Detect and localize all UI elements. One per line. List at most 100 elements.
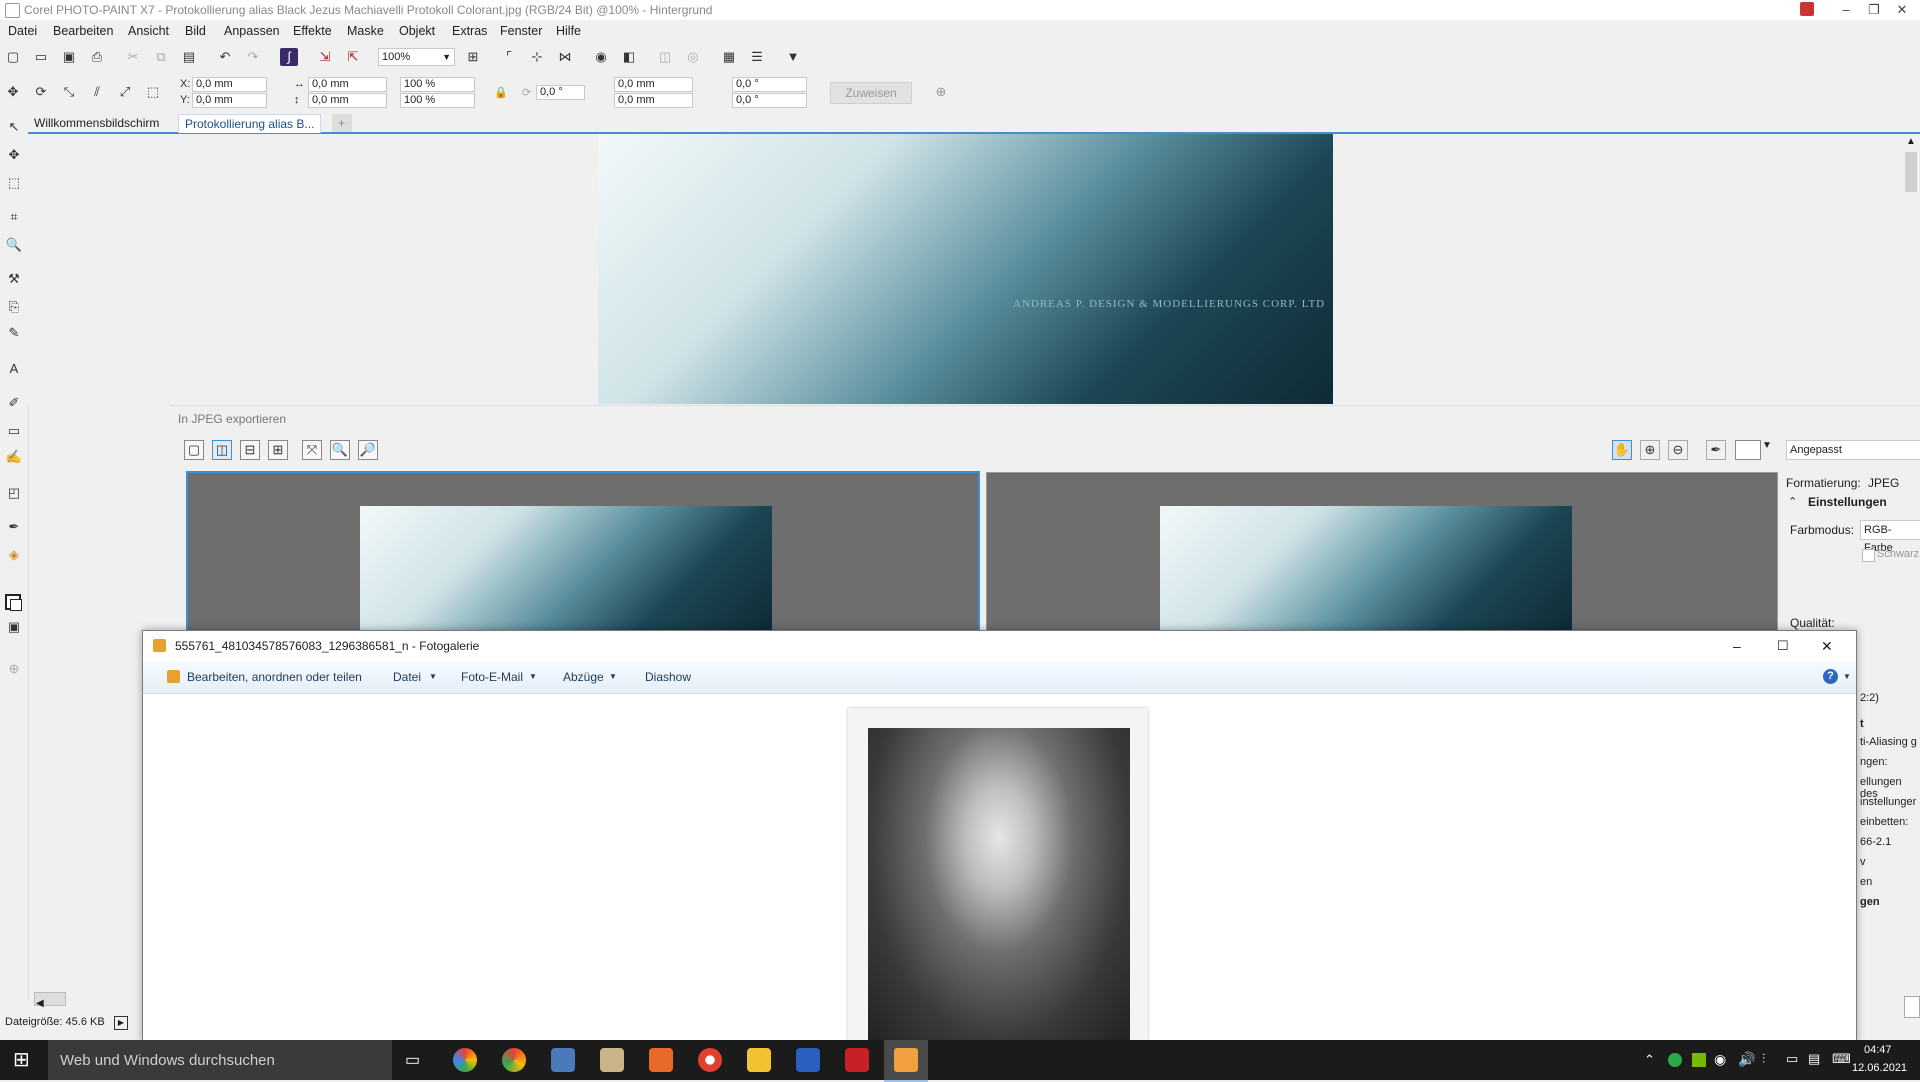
new-tab-icon[interactable]: + — [332, 114, 352, 132]
paint-tool-icon[interactable]: ✐ — [5, 394, 23, 412]
assign-button[interactable]: Zuweisen — [830, 82, 912, 104]
scale-y-field[interactable]: 100 % — [400, 93, 475, 108]
tray-signal-icon[interactable]: ⫶ — [1762, 1051, 1765, 1067]
menu-maske[interactable]: Maske — [347, 20, 384, 42]
add-icon[interactable]: ⊕ — [932, 83, 950, 101]
object-tool-icon[interactable]: ✥ — [5, 146, 23, 164]
color-mode-select[interactable]: RGB-Farbe — [1860, 520, 1920, 554]
picasa-icon[interactable] — [453, 1048, 477, 1072]
single-view-icon[interactable]: ▢ — [184, 440, 204, 460]
settings-header[interactable]: Einstellungen — [1808, 495, 1887, 509]
eyedropper-icon[interactable]: ✒ — [1706, 440, 1726, 460]
split-vertical-view-icon[interactable]: ◫ — [212, 440, 232, 460]
menu-anpassen[interactable]: Anpassen — [224, 20, 280, 42]
task-view-icon[interactable]: ▭ — [405, 1050, 420, 1070]
image-viewer-icon[interactable] — [600, 1048, 624, 1072]
menu-bild[interactable]: Bild — [185, 20, 206, 42]
chrome-icon[interactable] — [502, 1048, 526, 1072]
skew-icon[interactable]: ⫽ — [88, 83, 106, 101]
zoom-level-select[interactable]: 100% ▼ — [378, 48, 455, 66]
cut-icon[interactable]: ✂ — [124, 48, 142, 66]
gallery-menu-edit[interactable]: Bearbeiten, anordnen oder teilen — [187, 661, 362, 693]
preview-result[interactable] — [986, 472, 1778, 633]
clone-tool-icon[interactable]: ⎘ — [5, 298, 23, 316]
clock-time[interactable]: 04:47 — [1864, 1044, 1892, 1056]
menu-ansicht[interactable]: Ansicht — [128, 20, 169, 42]
zoom-hundred-icon[interactable]: 🔎 — [358, 440, 378, 460]
menu-bearbeiten[interactable]: Bearbeiten — [53, 20, 113, 42]
photos-icon[interactable] — [551, 1048, 575, 1072]
pick-tool-icon[interactable]: ↖ — [5, 118, 23, 136]
close-icon[interactable]: ✕ — [1821, 631, 1833, 661]
open-folder-icon[interactable]: ▭ — [32, 48, 50, 66]
taskbar-active-app[interactable] — [884, 1040, 928, 1082]
app-icon-blue[interactable] — [796, 1048, 820, 1072]
zoom-one-to-one-icon[interactable]: 🔍 — [330, 440, 350, 460]
scroll-thumb[interactable] — [1905, 152, 1917, 192]
gallery-menu-prints[interactable]: Abzüge — [563, 661, 604, 693]
x-position-field[interactable]: 0,0 mm — [192, 77, 267, 92]
shape-tool-icon[interactable]: ▭ — [5, 422, 23, 440]
width-field[interactable]: 0,0 mm — [308, 77, 387, 92]
rose-photo[interactable] — [868, 728, 1130, 1041]
center-y-field[interactable]: 0,0 mm — [614, 93, 693, 108]
user-icon[interactable] — [1800, 2, 1814, 16]
menu-effekte[interactable]: Effekte — [293, 20, 332, 42]
zoom-tool-icon[interactable]: 🔍 — [5, 236, 23, 254]
effect-tool-icon[interactable]: ✍ — [5, 448, 23, 466]
hand-tool-icon[interactable]: ✋ — [1612, 440, 1632, 460]
crop-tool-icon[interactable]: ⌗ — [5, 208, 23, 226]
menu-datei[interactable]: Datei — [8, 20, 37, 42]
menu-extras[interactable]: Extras — [452, 20, 487, 42]
app-icon-red[interactable] — [845, 1048, 869, 1072]
chevron-down-icon[interactable]: ▼ — [1762, 440, 1772, 451]
skew-vertical-field[interactable]: 0,0 ° — [732, 93, 807, 108]
tray-network-icon[interactable]: ◉ — [1714, 1051, 1726, 1068]
split-horizontal-view-icon[interactable]: ⊟ — [240, 440, 260, 460]
app-icon-orange[interactable] — [649, 1048, 673, 1072]
rectangle-mask-tool-icon[interactable]: ⬚ — [5, 174, 23, 192]
zoom-in-icon[interactable]: ⊕ — [1640, 440, 1660, 460]
menu-objekt[interactable]: Objekt — [399, 20, 435, 42]
quad-view-icon[interactable]: ⊞ — [268, 440, 288, 460]
save-icon[interactable]: ▣ — [60, 48, 78, 66]
app-icon-red-circle[interactable] — [698, 1048, 722, 1072]
fill-tool-icon[interactable]: ◈ — [5, 546, 23, 564]
tray-shield-icon[interactable] — [1668, 1053, 1682, 1067]
windows-start-icon[interactable]: ⊞ — [13, 1050, 30, 1070]
maximize-icon[interactable]: ☐ — [1777, 631, 1789, 661]
fit-view-icon[interactable]: ⤧ — [302, 440, 322, 460]
scale-icon[interactable]: ⤡ — [60, 83, 78, 101]
restore-icon[interactable]: ❐ — [1860, 0, 1888, 20]
clock-date[interactable]: 12.06.2021 — [1852, 1062, 1907, 1074]
add-tool-icon[interactable]: ⊕ — [5, 660, 23, 678]
chevron-down-icon[interactable]: ▼ — [1843, 661, 1851, 693]
canvas-image[interactable]: ANDREAS P. DESIGN & MODELLIERUNGS CORP. … — [598, 134, 1333, 404]
move-icon[interactable]: ✥ — [4, 83, 22, 101]
help-icon[interactable]: ? — [1823, 669, 1838, 684]
gallery-menu-photo-email[interactable]: Foto-E-Mail — [461, 661, 523, 693]
minimize-icon[interactable]: – — [1733, 631, 1741, 661]
tray-battery-icon[interactable]: ▭ — [1786, 1051, 1798, 1067]
tray-keyboard-icon[interactable]: ⌨ — [1832, 1051, 1851, 1067]
color-swatch[interactable] — [1735, 440, 1761, 460]
paste-icon[interactable]: ▤ — [180, 48, 198, 66]
skew-horizontal-field[interactable]: 0,0 ° — [732, 77, 807, 92]
redo-icon[interactable]: ↷ — [244, 48, 262, 66]
tray-chevron-icon[interactable]: ⌃ — [1644, 1052, 1655, 1068]
export-icon[interactable]: ⇱ — [344, 48, 362, 66]
minimize-icon[interactable]: – — [1832, 0, 1860, 20]
y-position-field[interactable]: 0,0 mm — [192, 93, 267, 108]
gallery-menu-slideshow[interactable]: Diashow — [645, 661, 691, 693]
close-icon[interactable]: ✕ — [1888, 0, 1916, 20]
rulers-icon[interactable]: ⌜ — [500, 48, 518, 66]
text-tool-icon[interactable]: A — [5, 360, 23, 378]
lock-ratio-icon[interactable]: 🔒 — [494, 86, 508, 99]
menu-fenster[interactable]: Fenster — [500, 20, 542, 42]
transparency-tool-icon[interactable]: ◰ — [5, 484, 23, 502]
tray-notification-icon[interactable]: ▤ — [1808, 1051, 1820, 1067]
red-eye-tool-icon[interactable]: ⚒ — [5, 270, 23, 288]
color-swap-icon[interactable]: ▣ — [5, 618, 23, 636]
chevron-up-icon[interactable]: ⌃ — [1788, 495, 1797, 508]
copy-icon[interactable]: ⧉ — [152, 48, 170, 66]
